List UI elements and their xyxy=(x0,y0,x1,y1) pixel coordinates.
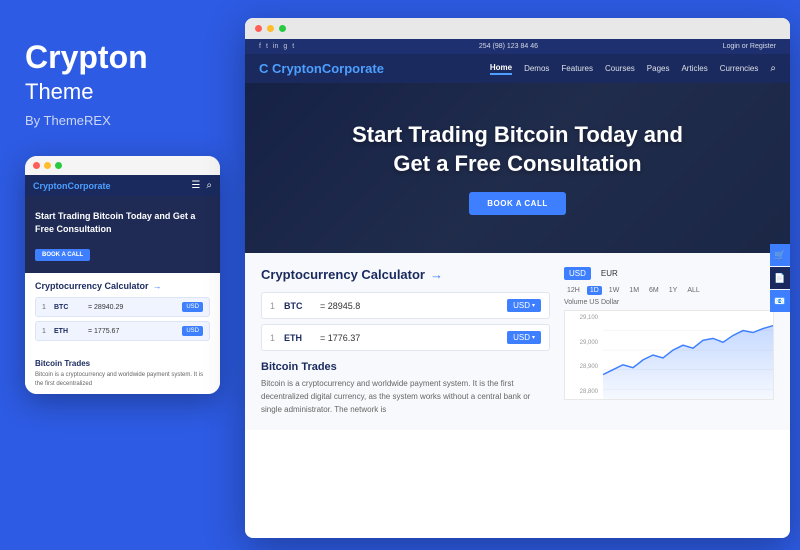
float-btn-1[interactable]: 🛒 xyxy=(770,244,790,266)
browser-dot-green xyxy=(279,25,286,32)
tab-eur[interactable]: EUR xyxy=(597,267,622,280)
brand-title: Crypton xyxy=(25,40,215,75)
auth-links[interactable]: Login or Register xyxy=(723,43,776,50)
nav-home[interactable]: Home xyxy=(490,63,512,75)
mobile-mockup: CryptonCorporate ☰ ⌕ Start Trading Bitco… xyxy=(25,156,220,394)
nav-articles[interactable]: Articles xyxy=(681,64,707,73)
tab-all[interactable]: ALL xyxy=(684,286,702,295)
search-icon[interactable]: ⌕ xyxy=(206,180,212,191)
facebook-icon[interactable]: f xyxy=(259,43,261,50)
mobile-nav: CryptonCorporate ☰ ⌕ xyxy=(25,175,220,196)
content-right: USD EUR 12H 1D 1W 1M 6M 1Y ALL Volume US… xyxy=(564,267,774,416)
hamburger-icon[interactable]: ☰ xyxy=(191,180,200,191)
nav-links: Home Demos Features Courses Pages Articl… xyxy=(490,63,776,75)
mobile-hero: Start Trading Bitcoin Today and Get a Fr… xyxy=(25,196,220,273)
browser-dot-yellow xyxy=(267,25,274,32)
linkedin-icon[interactable]: in xyxy=(273,43,278,50)
nav-pages[interactable]: Pages xyxy=(647,64,670,73)
mobile-calc-row-btc: 1 BTC = 28940.29 USD xyxy=(35,297,210,317)
nav-search-icon[interactable]: ⌕ xyxy=(770,63,776,74)
desktop-main-nav: C CryptonCorporate Home Demos Features C… xyxy=(245,54,790,83)
brand-subtitle: Theme xyxy=(25,79,215,105)
twitter-icon[interactable]: t xyxy=(266,43,268,50)
info-section: Bitcoin Trades Bitcoin is a cryptocurren… xyxy=(261,361,550,416)
calc-row-btc: 1 BTC = 28945.8 USD ▾ xyxy=(261,292,550,319)
info-text: Bitcoin is a cryptocurrency and worldwid… xyxy=(261,378,550,416)
mobile-info-text: Bitcoin is a cryptocurrency and worldwid… xyxy=(35,371,210,388)
mobile-hero-title: Start Trading Bitcoin Today and Get a Fr… xyxy=(35,210,210,235)
tab-1w[interactable]: 1W xyxy=(606,286,623,295)
tab-usd[interactable]: USD xyxy=(564,267,591,280)
googleplus-icon[interactable]: g xyxy=(283,43,287,50)
chart-label: Volume US Dollar xyxy=(564,299,774,306)
mobile-nav-icons: ☰ ⌕ xyxy=(191,180,212,191)
mobile-calc-section: Cryptocurrency Calculator → 1 BTC = 2894… xyxy=(25,273,220,353)
desktop-logo: C CryptonCorporate xyxy=(259,61,384,76)
phone-number: 254 (98) 123 84 46 xyxy=(479,43,538,50)
calc-section-title: Cryptocurrency Calculator → xyxy=(261,267,550,282)
nav-courses[interactable]: Courses xyxy=(605,64,635,73)
eth-currency-selector[interactable]: USD ▾ xyxy=(507,331,541,344)
dropdown-arrow-icon-2: ▾ xyxy=(532,334,535,341)
desktop-top-bar: f t in g t 254 (98) 123 84 46 Login or R… xyxy=(245,39,790,54)
tab-6m[interactable]: 6M xyxy=(646,286,662,295)
dot-yellow xyxy=(44,162,51,169)
btc-currency-selector[interactable]: USD ▾ xyxy=(507,299,541,312)
nav-demos[interactable]: Demos xyxy=(524,64,549,73)
info-title: Bitcoin Trades xyxy=(261,361,550,373)
dot-red xyxy=(33,162,40,169)
browser-titlebar xyxy=(245,18,790,39)
mobile-cta-button[interactable]: BOOK A CALL xyxy=(35,249,90,261)
dot-green xyxy=(55,162,62,169)
price-chart: 29,100 29,000 28,900 28,800 xyxy=(564,310,774,400)
mobile-info-section: Bitcoin Trades Bitcoin is a cryptocurren… xyxy=(25,353,220,394)
brand-by: By ThemeREX xyxy=(25,113,215,128)
desktop-browser: f t in g t 254 (98) 123 84 46 Login or R… xyxy=(245,18,790,538)
float-btn-3[interactable]: 📧 xyxy=(770,290,790,312)
nav-features[interactable]: Features xyxy=(561,64,593,73)
content-area: Cryptocurrency Calculator → 1 BTC = 2894… xyxy=(245,253,790,430)
tab-1m[interactable]: 1M xyxy=(626,286,642,295)
hero-content: Start Trading Bitcoin Today andGet a Fre… xyxy=(352,121,683,215)
calc-row-eth: 1 ETH = 1776.37 USD ▾ xyxy=(261,324,550,351)
chart-y-labels: 29,100 29,000 28,900 28,800 xyxy=(565,311,603,399)
tab-1y[interactable]: 1Y xyxy=(666,286,681,295)
currency-tabs: USD EUR xyxy=(564,267,774,280)
hero-title: Start Trading Bitcoin Today andGet a Fre… xyxy=(352,121,683,178)
mobile-info-title: Bitcoin Trades xyxy=(35,359,210,368)
tab-12h[interactable]: 12H xyxy=(564,286,583,295)
calc-title-arrow: → xyxy=(430,267,443,282)
chart-svg-area xyxy=(603,311,773,399)
mobile-titlebar xyxy=(25,156,220,175)
tab-1d[interactable]: 1D xyxy=(587,286,602,295)
desktop-hero: Start Trading Bitcoin Today andGet a Fre… xyxy=(245,83,790,253)
content-left: Cryptocurrency Calculator → 1 BTC = 2894… xyxy=(261,267,550,416)
hero-cta-button[interactable]: BOOK A CALL xyxy=(469,192,565,215)
time-tabs: 12H 1D 1W 1M 6M 1Y ALL xyxy=(564,286,774,295)
left-panel: Crypton Theme By ThemeREX CryptonCorpora… xyxy=(0,0,240,550)
social-icons: f t in g t xyxy=(259,43,294,50)
float-btn-2[interactable]: 📄 xyxy=(770,267,790,289)
browser-dot-red xyxy=(255,25,262,32)
mobile-calc-row-eth: 1 ETH = 1775.67 USD xyxy=(35,321,210,341)
mobile-calc-title: Cryptocurrency Calculator → xyxy=(35,281,210,291)
floating-buttons: 🛒 📄 📧 xyxy=(770,244,790,312)
dropdown-arrow-icon: ▾ xyxy=(532,302,535,309)
mobile-logo: CryptonCorporate xyxy=(33,181,111,191)
tumblr-icon[interactable]: t xyxy=(292,43,294,50)
nav-currencies[interactable]: Currencies xyxy=(720,64,759,73)
calc-arrow-icon: → xyxy=(153,281,162,291)
